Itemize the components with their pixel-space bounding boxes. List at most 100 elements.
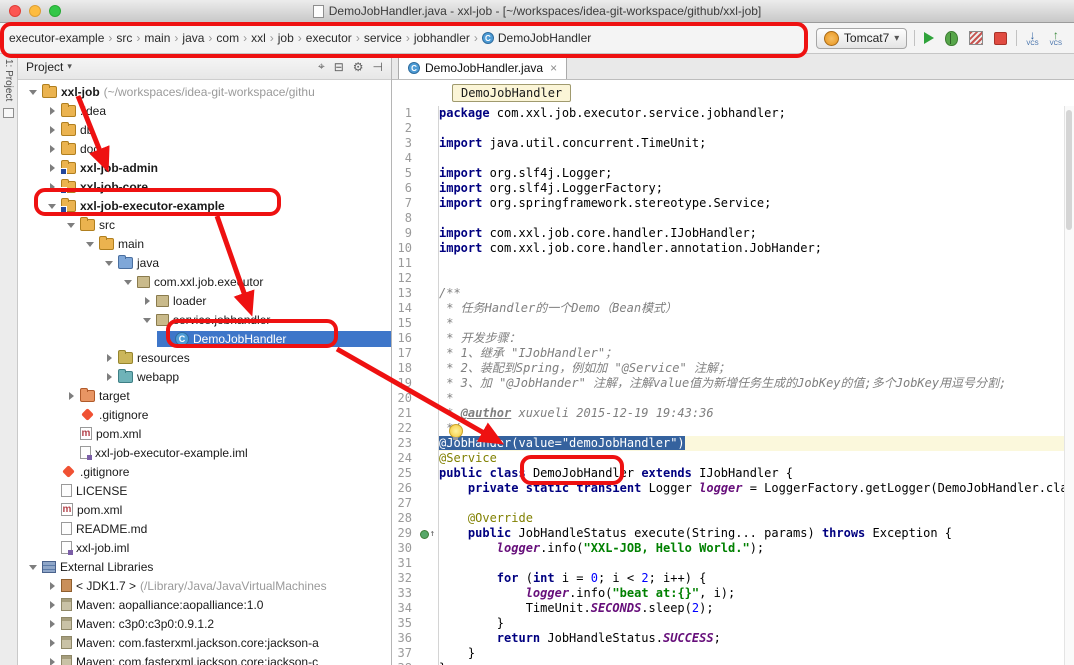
code-text[interactable]: package com.xxl.job.executor.service.job… (439, 106, 1074, 665)
code-line-12[interactable] (439, 271, 1074, 286)
tree-item-gitignore[interactable]: .gitignore (18, 405, 391, 424)
panel-title[interactable]: Project ▾ (26, 60, 72, 74)
line-number-7[interactable]: 7 (392, 196, 438, 211)
breadcrumb-src[interactable]: src (113, 29, 135, 47)
tree-item-jdk1-7[interactable]: < JDK1.7 > (/Library/Java/JavaVirtualMac… (18, 576, 391, 595)
tree-item-xxl-job-core[interactable]: xxl-job-core (18, 177, 391, 196)
code-line-16[interactable]: * 开发步骤： (439, 331, 1074, 346)
code-line-24[interactable]: @Service (439, 451, 1074, 466)
line-number-10[interactable]: 10 (392, 241, 438, 256)
line-number-36[interactable]: 36 (392, 631, 438, 646)
tree-item-xxl-job-executor-example[interactable]: xxl-job-executor-example (18, 196, 391, 215)
expand-down-icon[interactable] (28, 562, 38, 572)
line-number-3[interactable]: 3 (392, 136, 438, 151)
run-button[interactable] (922, 30, 936, 46)
code-line-8[interactable] (439, 211, 1074, 226)
line-number-34[interactable]: 34 (392, 601, 438, 616)
line-number-38[interactable]: 38 (392, 661, 438, 665)
line-number-24[interactable]: 24 (392, 451, 438, 466)
line-number-28[interactable]: 28 (392, 511, 438, 526)
expand-right-icon[interactable] (47, 125, 57, 135)
tab-demojobhandler[interactable]: C DemoJobHandler.java × (398, 55, 567, 79)
tree-item-gitignore[interactable]: .gitignore (18, 462, 391, 481)
project-toolwindow-tab[interactable]: 1: Project (3, 59, 14, 101)
code-line-17[interactable]: * 1、继承 "IJobHandler"； (439, 346, 1074, 361)
line-number-32[interactable]: 32 (392, 571, 438, 586)
tree-item-xxl-job[interactable]: xxl-job (~/workspaces/idea-git-workspace… (18, 82, 391, 101)
breadcrumb-main[interactable]: main (141, 29, 173, 47)
debug-button[interactable] (943, 29, 960, 48)
collapse-all-icon[interactable]: ⊟ (334, 60, 344, 74)
code-line-5[interactable]: import org.slf4j.Logger; (439, 166, 1074, 181)
line-number-22[interactable]: 22 (392, 421, 438, 436)
line-number-8[interactable]: 8 (392, 211, 438, 226)
code-line-14[interactable]: * 任务Handler的一个Demo（Bean模式） (439, 301, 1074, 316)
expand-right-icon[interactable] (47, 657, 57, 665)
line-number-27[interactable]: 27 (392, 496, 438, 511)
tree-item-external-libraries[interactable]: External Libraries (18, 557, 391, 576)
hide-panel-icon[interactable]: ⊣ (373, 60, 383, 74)
line-number-15[interactable]: 15 (392, 316, 438, 331)
code-line-34[interactable]: TimeUnit.SECONDS.sleep(2); (439, 601, 1074, 616)
line-number-4[interactable]: 4 (392, 151, 438, 166)
expand-right-icon[interactable] (47, 106, 57, 116)
code-line-25[interactable]: public class DemoJobHandler extends IJob… (439, 466, 1074, 481)
gear-icon[interactable]: ⚙ (353, 60, 364, 74)
scroll-from-source-icon[interactable]: ⌖ (318, 59, 325, 74)
code-line-15[interactable]: * (439, 316, 1074, 331)
intention-bulb-icon[interactable] (449, 424, 463, 438)
line-number-2[interactable]: 2 (392, 121, 438, 136)
line-number-31[interactable]: 31 (392, 556, 438, 571)
code-line-33[interactable]: logger.info("beat at:{}", i); (439, 586, 1074, 601)
breadcrumb-jobhandler[interactable]: jobhandler (411, 29, 473, 47)
line-number-16[interactable]: 16 (392, 331, 438, 346)
expand-right-icon[interactable] (47, 638, 57, 648)
line-number-33[interactable]: 33 (392, 586, 438, 601)
expand-right-icon[interactable] (47, 619, 57, 629)
breadcrumb-executor[interactable]: executor (303, 29, 355, 47)
vcs-commit-button[interactable]: ↑VCS (1048, 27, 1064, 49)
breadcrumb-service[interactable]: service (361, 29, 405, 47)
breadcrumb-com[interactable]: com (213, 29, 242, 47)
tree-item-webapp[interactable]: webapp (18, 367, 391, 386)
tree-item-resources[interactable]: resources (18, 348, 391, 367)
line-number-14[interactable]: 14 (392, 301, 438, 316)
code-line-29[interactable]: public JobHandleStatus execute(String...… (439, 526, 1074, 541)
tree-item-doc[interactable]: doc (18, 139, 391, 158)
expand-down-icon[interactable] (104, 258, 114, 268)
tree-item-maven-com-fasterxml-jackson-core-jackson-a[interactable]: Maven: com.fasterxml.jackson.core:jackso… (18, 633, 391, 652)
line-number-23[interactable]: 23 (392, 436, 438, 451)
expand-right-icon[interactable] (47, 182, 57, 192)
line-number-11[interactable]: 11 (392, 256, 438, 271)
line-number-21[interactable]: 21 (392, 406, 438, 421)
minimize-window-button[interactable] (29, 5, 41, 17)
code-line-21[interactable]: * @author xuxueli 2015-12-19 19:43:36 (439, 406, 1074, 421)
tree-item-idea[interactable]: .idea (18, 101, 391, 120)
line-number-18[interactable]: 18 (392, 361, 438, 376)
code-line-1[interactable]: package com.xxl.job.executor.service.job… (439, 106, 1074, 121)
line-number-5[interactable]: 5 (392, 166, 438, 181)
line-number-20[interactable]: 20 (392, 391, 438, 406)
expand-right-icon[interactable] (66, 391, 76, 401)
vcs-update-button[interactable]: ↓VCS (1024, 27, 1040, 49)
code-line-3[interactable]: import java.util.concurrent.TimeUnit; (439, 136, 1074, 151)
coverage-button[interactable] (967, 29, 985, 47)
code-editor[interactable]: 1234567891011121314151617181920212223242… (392, 106, 1074, 665)
line-number-13[interactable]: 13 (392, 286, 438, 301)
code-line-38[interactable]: } (439, 661, 1074, 665)
tree-item-db[interactable]: db (18, 120, 391, 139)
line-number-12[interactable]: 12 (392, 271, 438, 286)
breadcrumb-demojobhandler[interactable]: CDemoJobHandler (479, 29, 594, 47)
code-line-36[interactable]: return JobHandleStatus.SUCCESS; (439, 631, 1074, 646)
expand-right-icon[interactable] (104, 353, 114, 363)
line-number-6[interactable]: 6 (392, 181, 438, 196)
line-number-19[interactable]: 19 (392, 376, 438, 391)
breadcrumb-job[interactable]: job (275, 29, 297, 47)
code-line-23[interactable]: @JobHander(value="demoJobHandler") (439, 436, 1074, 451)
expand-right-icon[interactable] (47, 581, 57, 591)
tree-item-pom-xml[interactable]: mpom.xml (18, 500, 391, 519)
editor-scrollbar[interactable] (1064, 106, 1074, 665)
line-number-17[interactable]: 17 (392, 346, 438, 361)
tree-item-src[interactable]: src (18, 215, 391, 234)
code-line-2[interactable] (439, 121, 1074, 136)
